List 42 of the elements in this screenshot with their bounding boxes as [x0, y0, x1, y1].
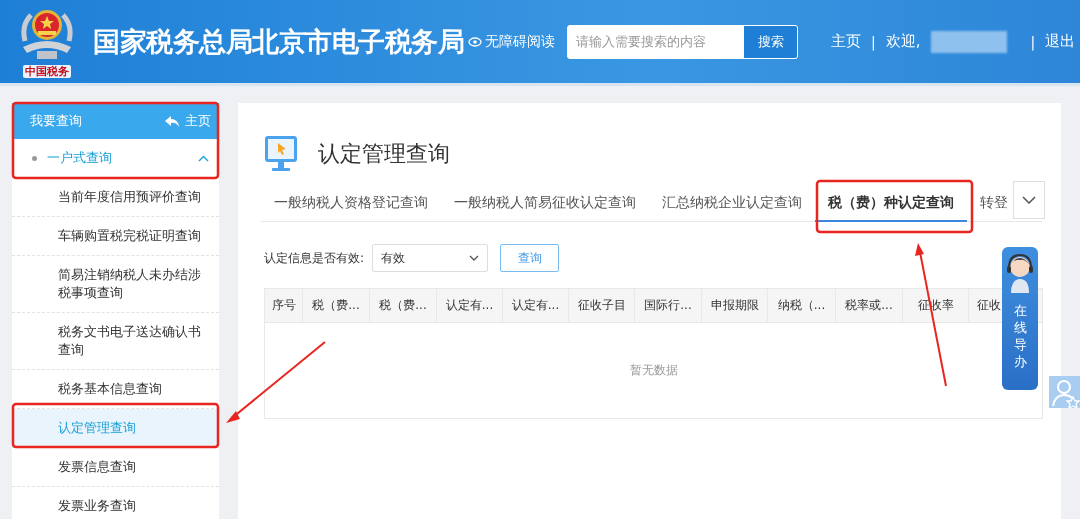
- monitor-icon: [264, 134, 298, 174]
- online-help-button[interactable]: 在线导办: [1002, 247, 1038, 390]
- column-header: 国际行...: [634, 288, 702, 323]
- chevron-icon: [1022, 196, 1036, 204]
- column-header: 纳税（...: [767, 288, 836, 323]
- menu-item[interactable]: 税务文书电子送达确认书查询: [12, 313, 219, 370]
- agent-icon: [1005, 251, 1035, 293]
- column-header: 税（费...: [369, 288, 437, 323]
- menu-item[interactable]: 简易注销纳税人未办结涉税事项查询: [12, 256, 219, 313]
- welcome-text: 欢迎,: [885, 32, 921, 51]
- search-field[interactable]: 请输入需要搜索的内容 搜索: [567, 24, 798, 59]
- logout-link[interactable]: 退出: [1045, 32, 1076, 51]
- column-header: 申报期限: [701, 288, 768, 323]
- eye-icon: [468, 36, 482, 47]
- user-icon[interactable]: [1049, 376, 1080, 408]
- reply-arrow-icon: [165, 115, 179, 127]
- chevron-icon: [469, 255, 480, 261]
- tab[interactable]: 转登: [967, 185, 1008, 222]
- sidebar-title: 我要查询: [30, 112, 82, 130]
- separator: |: [1030, 33, 1036, 50]
- menu-item[interactable]: 当前年度信用预评价查询: [12, 178, 219, 217]
- menu-item[interactable]: 车辆购置税完税证明查询: [12, 217, 219, 256]
- column-header: 认定有...: [436, 288, 503, 323]
- column-header: 税（费...: [302, 288, 370, 323]
- column-header: 序号: [264, 288, 303, 323]
- search-button[interactable]: 搜索: [744, 25, 797, 58]
- column-header: 认定有...: [502, 288, 569, 323]
- tab[interactable]: 一般纳税人简易征收认定查询: [441, 185, 649, 222]
- tab[interactable]: 一般纳税人资格登记查询: [261, 185, 441, 222]
- page-title: 认定管理查询: [318, 140, 450, 168]
- logo-caption: 中国税务: [23, 65, 71, 78]
- tab[interactable]: 税（费）种认定查询: [815, 185, 967, 222]
- filter-label: 认定信息是否有效:: [264, 249, 365, 267]
- separator: |: [871, 33, 876, 50]
- tab[interactable]: 汇总纳税企业认定查询: [649, 185, 815, 222]
- more-tabs-button[interactable]: [1013, 181, 1045, 219]
- menu-item[interactable]: 发票业务查询: [12, 487, 219, 519]
- validity-dropdown[interactable]: 有效: [372, 244, 489, 272]
- menu-item[interactable]: 发票信息查询: [12, 448, 219, 487]
- column-header: 税率或...: [835, 288, 903, 323]
- column-header: 征收子目: [568, 288, 635, 323]
- site-title: 国家税务总局北京市电子税务局: [93, 24, 464, 59]
